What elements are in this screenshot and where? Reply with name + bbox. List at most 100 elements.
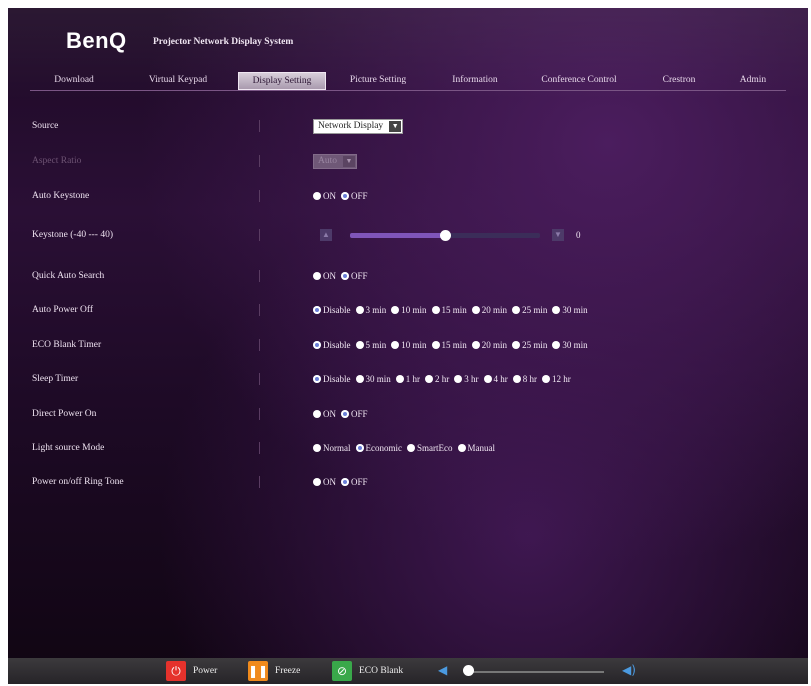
divider	[259, 442, 260, 454]
auto-power-off-option[interactable]: 15 min	[431, 305, 467, 315]
light-source-mode-option[interactable]: Manual	[457, 443, 495, 453]
sleep-timer-label: Sleep Timer	[32, 374, 79, 384]
divider	[259, 476, 260, 488]
tab-conference-control[interactable]: Conference Control	[520, 72, 638, 90]
auto-keystone-label: Auto Keystone	[32, 191, 90, 201]
sleep-timer-option[interactable]: Disable	[313, 374, 351, 384]
setting-sleep-timer: Sleep Timer Disable 30 min 1 hr 2 hr 3 h…	[8, 371, 808, 387]
sleep-timer-option[interactable]: 8 hr	[512, 374, 537, 384]
sleep-timer-option[interactable]: 3 hr	[454, 374, 479, 384]
eco-blank-timer-option[interactable]: 10 min	[391, 340, 427, 350]
auto-power-off-label: Auto Power Off	[32, 305, 94, 315]
setting-auto-keystone: Auto Keystone ON OFF	[8, 188, 808, 204]
chevron-down-icon: ▼	[389, 120, 402, 132]
eco-blank-timer-option[interactable]: Disable	[313, 340, 351, 350]
volume-down-icon[interactable]: ◀	[438, 663, 447, 677]
divider	[259, 270, 260, 282]
sleep-timer-option[interactable]: 1 hr	[395, 374, 420, 384]
tab-virtual-keypad[interactable]: Virtual Keypad	[118, 72, 238, 90]
eco-blank-timer-option[interactable]: 30 min	[552, 340, 588, 350]
keystone-label: Keystone (-40 --- 40)	[32, 230, 113, 240]
tab-download[interactable]: Download	[30, 72, 118, 90]
quick-auto-search-off[interactable]: OFF	[341, 271, 368, 281]
keystone-slider[interactable]	[350, 229, 540, 241]
light-source-mode-option[interactable]: Economic	[355, 443, 402, 453]
footer-toolbar: ⏻ Power ❚❚ Freeze ⊘ ECO Blank ◀ ◀)	[8, 658, 808, 684]
eco-blank-timer-label: ECO Blank Timer	[32, 340, 102, 350]
auto-power-off-option[interactable]: 30 min	[552, 305, 588, 315]
direct-power-on-off[interactable]: OFF	[341, 409, 368, 419]
setting-aspect-ratio: Aspect Ratio Auto ▼	[8, 153, 808, 169]
eco-blank-timer-option[interactable]: 5 min	[355, 340, 386, 350]
setting-quick-auto-search: Quick Auto Search ON OFF	[8, 268, 808, 284]
divider	[259, 408, 260, 420]
power-ring-tone-on[interactable]: ON	[313, 477, 336, 487]
eco-blank-timer-option[interactable]: 20 min	[471, 340, 507, 350]
freeze-button[interactable]: ❚❚ Freeze	[248, 661, 300, 681]
source-value: Network Display	[318, 121, 384, 131]
keystone-slider-thumb[interactable]	[440, 229, 451, 241]
divider	[259, 190, 260, 202]
setting-eco-blank-timer: ECO Blank Timer Disable 5 min 10 min 15 …	[8, 337, 808, 353]
aspect-ratio-value: Auto	[318, 156, 337, 166]
auto-power-off-option[interactable]: 10 min	[391, 305, 427, 315]
eco-blank-timer-option[interactable]: 15 min	[431, 340, 467, 350]
chevron-down-icon: ▼	[343, 155, 355, 167]
auto-power-off-option[interactable]: 25 min	[512, 305, 547, 315]
setting-source: Source Network Display ▼	[8, 118, 808, 134]
divider	[259, 339, 260, 351]
auto-keystone-off[interactable]: OFF	[341, 191, 368, 201]
tab-display-setting[interactable]: Display Setting	[238, 72, 326, 90]
volume-slider[interactable]	[464, 671, 604, 673]
keystone-value: 0	[576, 230, 581, 240]
power-button[interactable]: ⏻ Power	[166, 661, 217, 681]
app-title: Projector Network Display System	[153, 37, 294, 47]
power-ring-tone-off[interactable]: OFF	[341, 477, 368, 487]
volume-up-icon[interactable]: ◀)	[622, 663, 636, 677]
tab-admin[interactable]: Admin	[720, 72, 786, 90]
setting-auto-power-off: Auto Power Off Disable 3 min 10 min 15 m…	[8, 302, 808, 318]
keystone-increase-button[interactable]: ▼	[552, 229, 564, 241]
header: BenQ Projector Network Display System Do…	[8, 8, 808, 100]
auto-power-off-option[interactable]: 3 min	[355, 305, 386, 315]
power-icon: ⏻	[166, 661, 186, 681]
auto-power-off-option[interactable]: Disable	[313, 305, 351, 315]
light-source-mode-option[interactable]: Normal	[313, 443, 351, 453]
setting-power-ring-tone: Power on/off Ring Tone ON OFF	[8, 474, 808, 490]
quick-auto-search-on[interactable]: ON	[313, 271, 336, 281]
divider	[259, 229, 260, 241]
pause-icon: ❚❚	[248, 661, 268, 681]
volume-slider-thumb[interactable]	[463, 665, 474, 676]
aspect-ratio-select: Auto ▼	[313, 153, 357, 169]
tab-information[interactable]: Information	[430, 72, 520, 90]
aspect-ratio-label: Aspect Ratio	[32, 156, 82, 166]
nav-tabs: Download Virtual Keypad Display Setting …	[30, 72, 786, 91]
app-window: BenQ Projector Network Display System Do…	[8, 8, 808, 684]
setting-light-source-mode: Light source Mode Normal Economic SmartE…	[8, 440, 808, 456]
sleep-timer-option[interactable]: 12 hr	[542, 374, 571, 384]
divider	[259, 304, 260, 316]
direct-power-on-on[interactable]: ON	[313, 409, 336, 419]
direct-power-on-label: Direct Power On	[32, 409, 97, 419]
eco-blank-button[interactable]: ⊘ ECO Blank	[332, 661, 403, 681]
auto-power-off-option[interactable]: 20 min	[471, 305, 507, 315]
source-label: Source	[32, 121, 59, 131]
divider	[259, 155, 260, 167]
sleep-timer-option[interactable]: 30 min	[355, 374, 391, 384]
setting-keystone: Keystone (-40 --- 40) ▲ ▼ 0	[8, 227, 808, 243]
sleep-timer-option[interactable]: 2 hr	[425, 374, 449, 384]
tab-crestron[interactable]: Crestron	[638, 72, 720, 90]
benq-logo: BenQ	[66, 28, 127, 53]
power-ring-tone-label: Power on/off Ring Tone	[32, 477, 124, 487]
tab-picture-setting[interactable]: Picture Setting	[326, 72, 430, 90]
sleep-timer-option[interactable]: 4 hr	[483, 374, 508, 384]
keystone-decrease-button[interactable]: ▲	[320, 229, 332, 241]
light-source-mode-label: Light source Mode	[32, 443, 105, 453]
light-source-mode-option[interactable]: SmartEco	[407, 443, 453, 453]
source-select[interactable]: Network Display ▼	[313, 118, 404, 134]
divider	[259, 120, 260, 132]
eco-icon: ⊘	[332, 661, 352, 681]
divider	[259, 373, 260, 385]
auto-keystone-on[interactable]: ON	[313, 191, 336, 201]
eco-blank-timer-option[interactable]: 25 min	[512, 340, 547, 350]
